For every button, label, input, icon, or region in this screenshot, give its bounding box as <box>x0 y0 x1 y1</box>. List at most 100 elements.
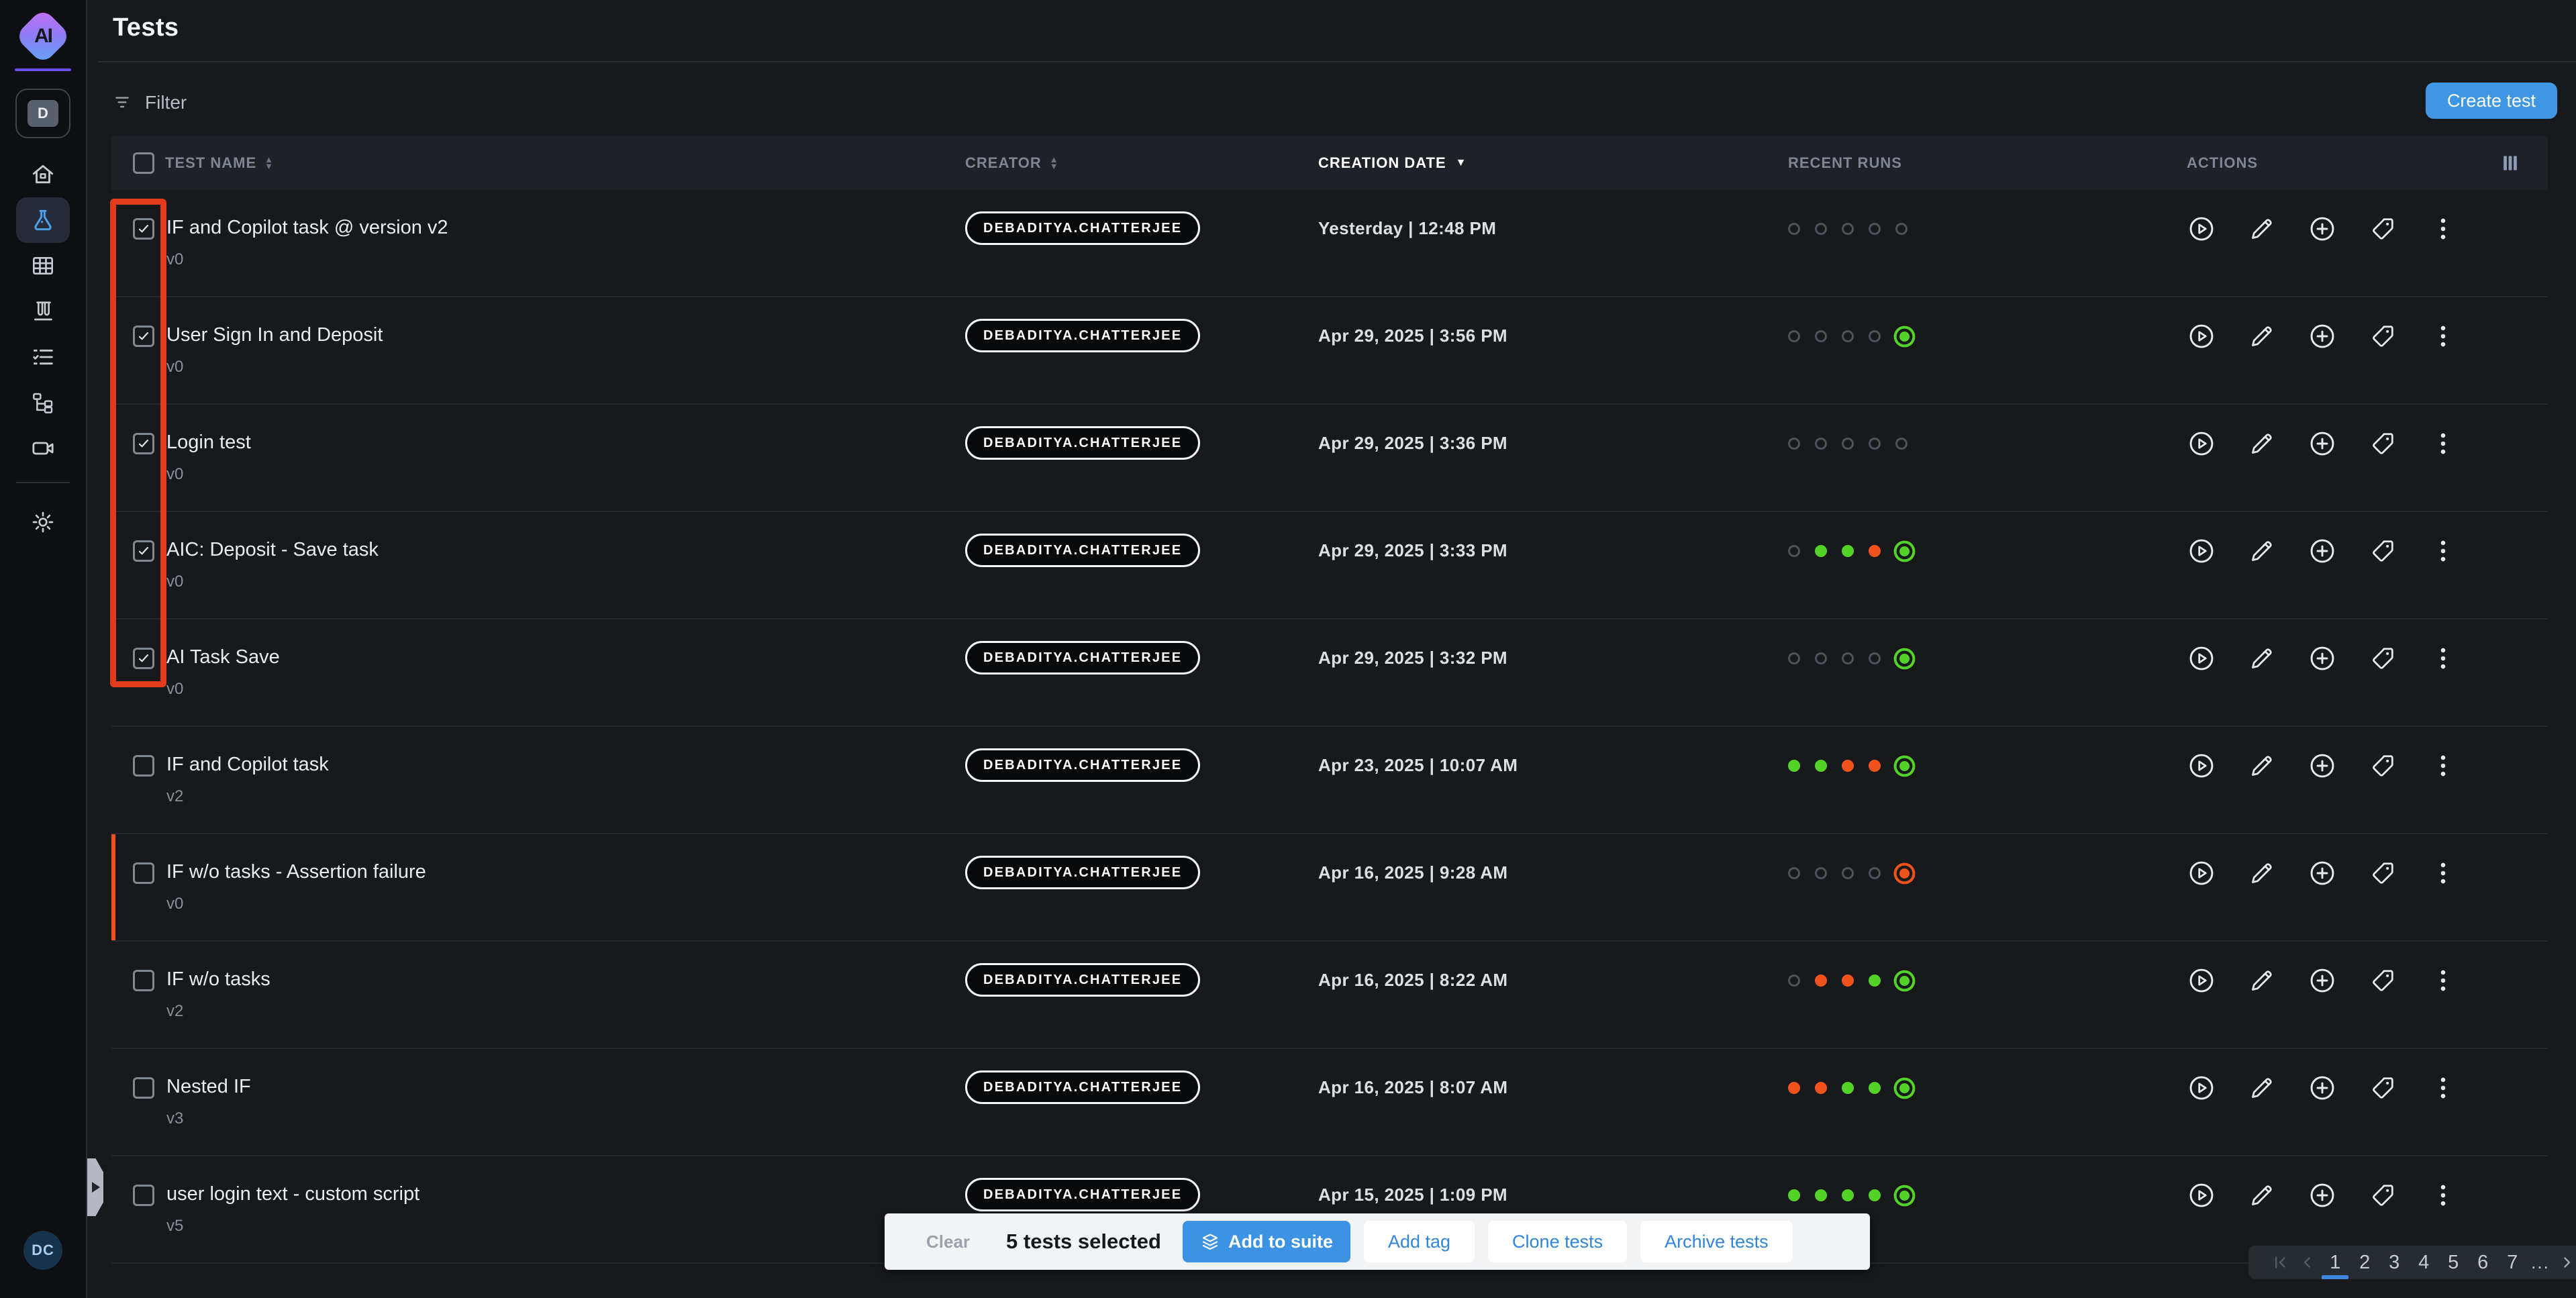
run-status-green[interactable] <box>1788 760 1800 772</box>
run-status-green[interactable] <box>1842 1189 1854 1201</box>
avatar[interactable]: DC <box>23 1231 62 1270</box>
sidebar-item-home[interactable] <box>16 152 70 197</box>
tag-test-button[interactable] <box>2368 858 2397 888</box>
edit-test-button[interactable] <box>2247 536 2277 566</box>
more-options-button[interactable] <box>2428 751 2458 781</box>
page-4-button[interactable]: 4 <box>2413 1246 2434 1279</box>
add-to-suite-icon-button[interactable] <box>2308 536 2337 566</box>
add-to-suite-icon-button[interactable] <box>2308 644 2337 673</box>
test-name[interactable]: IF and Copilot task @ version v2 <box>166 217 448 239</box>
edit-test-button[interactable] <box>2247 644 2277 673</box>
run-status-green[interactable] <box>1815 1189 1827 1201</box>
run-status-green[interactable] <box>1869 1082 1881 1094</box>
edit-test-button[interactable] <box>2247 966 2277 995</box>
add-to-suite-icon-button[interactable] <box>2308 1181 2337 1210</box>
run-status-orange[interactable] <box>1869 545 1881 557</box>
columns-settings-button[interactable] <box>2499 152 2521 174</box>
create-test-button[interactable]: Create test <box>2426 83 2557 119</box>
sidebar-item-runs[interactable] <box>16 289 70 334</box>
page-7-button[interactable]: 7 <box>2501 1246 2523 1279</box>
edit-test-button[interactable] <box>2247 858 2277 888</box>
sidebar-item-suites[interactable] <box>16 243 70 289</box>
archive-tests-button[interactable]: Archive tests <box>1640 1221 1793 1262</box>
more-options-button[interactable] <box>2428 1181 2458 1210</box>
test-name[interactable]: IF w/o tasks - Assertion failure <box>166 861 426 883</box>
run-test-button[interactable] <box>2187 751 2216 781</box>
row-checkbox[interactable] <box>133 648 154 669</box>
run-test-button[interactable] <box>2187 1073 2216 1103</box>
add-to-suite-icon-button[interactable] <box>2308 966 2337 995</box>
filter-button[interactable]: Filter <box>113 92 187 113</box>
page-1-button[interactable]: 1 <box>2324 1246 2346 1279</box>
run-status-orange[interactable] <box>1842 975 1854 987</box>
test-name[interactable]: Login test <box>166 432 251 454</box>
clear-selection-button[interactable]: Clear <box>926 1232 970 1252</box>
test-name[interactable]: user login text - custom script <box>166 1183 419 1205</box>
page-2-button[interactable]: 2 <box>2354 1246 2375 1279</box>
run-test-button[interactable] <box>2187 858 2216 888</box>
edit-test-button[interactable] <box>2247 321 2277 351</box>
run-status-orange-ring[interactable] <box>1899 868 1910 879</box>
test-name[interactable]: IF w/o tasks <box>166 968 270 991</box>
tag-test-button[interactable] <box>2368 1181 2397 1210</box>
run-test-button[interactable] <box>2187 644 2216 673</box>
test-name[interactable]: User Sign In and Deposit <box>166 324 383 346</box>
row-checkbox[interactable] <box>133 540 154 562</box>
add-to-suite-icon-button[interactable] <box>2308 321 2337 351</box>
add-to-suite-icon-button[interactable] <box>2308 429 2337 458</box>
run-status-green[interactable] <box>1842 1082 1854 1094</box>
edit-test-button[interactable] <box>2247 214 2277 244</box>
row-checkbox[interactable] <box>133 1077 154 1099</box>
edit-test-button[interactable] <box>2247 1073 2277 1103</box>
next-page-button[interactable] <box>2558 1253 2576 1272</box>
run-status-green-ring[interactable] <box>1899 1083 1910 1093</box>
row-checkbox[interactable] <box>133 755 154 777</box>
more-options-button[interactable] <box>2428 536 2458 566</box>
edit-test-button[interactable] <box>2247 751 2277 781</box>
test-name[interactable]: AIC: Deposit - Save task <box>166 539 379 561</box>
run-test-button[interactable] <box>2187 1181 2216 1210</box>
app-logo[interactable]: AI <box>17 11 68 62</box>
run-test-button[interactable] <box>2187 429 2216 458</box>
more-options-button[interactable] <box>2428 858 2458 888</box>
add-tag-button[interactable]: Add tag <box>1364 1221 1475 1262</box>
run-status-orange[interactable] <box>1842 760 1854 772</box>
edit-test-button[interactable] <box>2247 429 2277 458</box>
row-checkbox[interactable] <box>133 433 154 454</box>
tag-test-button[interactable] <box>2368 536 2397 566</box>
sidebar-item-tests[interactable] <box>16 197 70 243</box>
add-to-suite-button[interactable]: Add to suite <box>1183 1221 1350 1262</box>
run-status-green-ring[interactable] <box>1899 761 1910 771</box>
sidebar-item-recordings[interactable] <box>16 426 70 471</box>
more-options-button[interactable] <box>2428 321 2458 351</box>
run-status-green[interactable] <box>1815 545 1827 557</box>
run-status-green-ring[interactable] <box>1899 332 1910 342</box>
column-header-creation-date[interactable]: CREATION DATE ▼ <box>1318 136 1467 190</box>
tag-test-button[interactable] <box>2368 321 2397 351</box>
test-name[interactable]: IF and Copilot task <box>166 754 329 776</box>
row-checkbox[interactable] <box>133 326 154 347</box>
more-options-button[interactable] <box>2428 1073 2458 1103</box>
run-status-orange[interactable] <box>1869 760 1881 772</box>
run-status-green[interactable] <box>1842 545 1854 557</box>
add-to-suite-icon-button[interactable] <box>2308 214 2337 244</box>
column-header-test-name[interactable]: TEST NAME ▲▼ <box>165 136 274 190</box>
run-status-green-ring[interactable] <box>1899 1191 1910 1201</box>
workspace-button[interactable]: D <box>15 89 70 138</box>
tag-test-button[interactable] <box>2368 644 2397 673</box>
page-3-button[interactable]: 3 <box>2383 1246 2405 1279</box>
more-options-button[interactable] <box>2428 429 2458 458</box>
row-checkbox[interactable] <box>133 970 154 991</box>
run-status-green[interactable] <box>1788 1189 1800 1201</box>
select-all-checkbox[interactable] <box>133 152 154 174</box>
tag-test-button[interactable] <box>2368 1073 2397 1103</box>
run-status-orange[interactable] <box>1815 975 1827 987</box>
row-checkbox[interactable] <box>133 1185 154 1206</box>
run-status-green[interactable] <box>1869 1189 1881 1201</box>
more-options-button[interactable] <box>2428 644 2458 673</box>
first-page-button[interactable] <box>2271 1253 2289 1272</box>
clone-tests-button[interactable]: Clone tests <box>1488 1221 1627 1262</box>
edit-test-button[interactable] <box>2247 1181 2277 1210</box>
tag-test-button[interactable] <box>2368 214 2397 244</box>
run-test-button[interactable] <box>2187 536 2216 566</box>
